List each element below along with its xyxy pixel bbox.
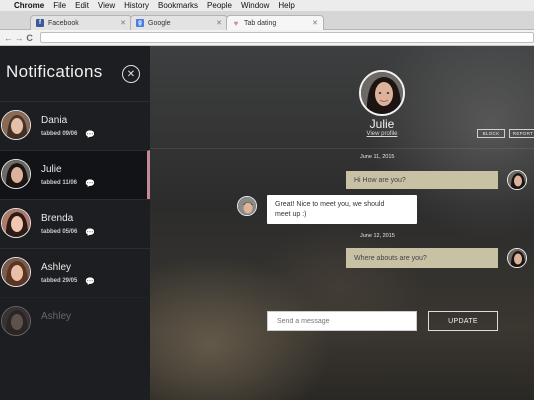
contact-ashley[interactable]: Ashley tabbed 29/05 💬 xyxy=(0,248,150,297)
dating-app: Notifications ✕ Dania tabbed 09/06 💬 Jul… xyxy=(0,46,534,400)
address-bar[interactable] xyxy=(39,32,534,43)
page-title: Notifications xyxy=(6,62,103,81)
browser-toolbar: ← → C xyxy=(0,30,534,46)
contact-tabbed-date: tabbed 29/05 xyxy=(41,278,78,284)
contact-name: Ashley xyxy=(41,262,72,273)
speech-bubble-icon: 💬 xyxy=(85,228,95,237)
contact-julie[interactable]: Julie tabbed 11/06 💬 xyxy=(0,150,150,199)
avatar xyxy=(237,196,257,216)
message-input[interactable] xyxy=(267,311,417,331)
contact-tabbed-date: tabbed 05/06 xyxy=(41,229,78,235)
update-button[interactable]: UPDATE xyxy=(428,311,498,331)
block-button[interactable]: BLOCK xyxy=(477,129,505,138)
message-outgoing: Hi How are you? xyxy=(346,171,498,189)
profile-avatar[interactable] xyxy=(359,70,405,116)
menu-bookmarks[interactable]: Bookmarks xyxy=(158,1,198,10)
chat-panel: Julie View profile BLOCK REPORT June 11,… xyxy=(150,46,534,400)
message-outgoing: Where abouts are you? xyxy=(346,248,498,268)
facebook-icon: f xyxy=(36,19,44,27)
contact-name: Ashley xyxy=(41,311,72,322)
tab-close-icon[interactable]: ✕ xyxy=(120,19,126,27)
avatar xyxy=(1,208,31,238)
tab-google[interactable]: g Google ✕ xyxy=(130,15,228,30)
profile-name: Julie xyxy=(369,117,395,131)
menu-edit[interactable]: Edit xyxy=(75,1,89,10)
contact-name: Dania xyxy=(41,115,68,126)
contact-name: Brenda xyxy=(41,213,74,224)
mac-menubar: Chrome File Edit View History Bookmarks … xyxy=(0,0,534,11)
tab-close-icon[interactable]: ✕ xyxy=(312,19,318,27)
menu-chrome[interactable]: Chrome xyxy=(14,1,44,10)
message-date: June 12, 2015 xyxy=(360,233,395,239)
contact-ashley-2[interactable]: Ashley xyxy=(0,297,150,346)
tab-close-icon[interactable]: ✕ xyxy=(216,19,222,27)
report-button[interactable]: REPORT xyxy=(509,129,534,138)
contact-name: Julie xyxy=(41,164,62,175)
message-incoming: Great! Nice to meet you, we should meet … xyxy=(267,195,417,224)
message-date: June 11, 2015 xyxy=(360,154,395,160)
speech-bubble-icon: 💬 xyxy=(85,130,95,139)
avatar xyxy=(1,306,31,336)
tab-label: Tab dating xyxy=(244,19,277,27)
contact-dania[interactable]: Dania tabbed 09/06 💬 xyxy=(0,101,150,150)
forward-icon[interactable]: → xyxy=(14,33,25,43)
avatar xyxy=(1,257,31,287)
menu-people[interactable]: People xyxy=(207,1,232,10)
message-line: Great! Nice to meet you, we should xyxy=(275,200,385,208)
contact-tabbed-date: tabbed 11/06 xyxy=(41,180,78,186)
tab-facebook[interactable]: f Facebook ✕ xyxy=(30,15,132,30)
menu-view[interactable]: View xyxy=(98,1,115,10)
speech-bubble-icon: 💬 xyxy=(85,277,95,286)
sidebar-header: Notifications ✕ xyxy=(0,46,150,101)
tab-strip: f Facebook ✕ g Google ✕ ♥ Tab dating ✕ xyxy=(0,11,534,30)
avatar xyxy=(507,170,527,190)
divider xyxy=(150,148,534,149)
contact-tabbed-date: tabbed 09/06 xyxy=(41,131,78,137)
menu-help[interactable]: Help xyxy=(278,1,294,10)
contact-brenda[interactable]: Brenda tabbed 05/06 💬 xyxy=(0,199,150,248)
message-line: meet up :) xyxy=(275,210,307,218)
view-profile-link[interactable]: View profile xyxy=(350,131,414,137)
avatar xyxy=(1,159,31,189)
tab-tab-dating[interactable]: ♥ Tab dating ✕ xyxy=(226,15,324,30)
google-icon: g xyxy=(136,19,144,27)
speech-bubble-icon: 💬 xyxy=(85,179,95,188)
tab-label: Google xyxy=(148,19,171,27)
back-icon[interactable]: ← xyxy=(3,33,14,43)
tab-label: Facebook xyxy=(48,19,79,27)
menu-window[interactable]: Window xyxy=(241,1,269,10)
avatar xyxy=(1,110,31,140)
menu-file[interactable]: File xyxy=(53,1,66,10)
reload-icon[interactable]: C xyxy=(24,33,35,43)
menu-history[interactable]: History xyxy=(124,1,149,10)
avatar xyxy=(507,248,527,268)
close-icon[interactable]: ✕ xyxy=(122,65,140,83)
notifications-sidebar: Notifications ✕ Dania tabbed 09/06 💬 Jul… xyxy=(0,46,150,400)
heart-icon: ♥ xyxy=(233,18,239,28)
